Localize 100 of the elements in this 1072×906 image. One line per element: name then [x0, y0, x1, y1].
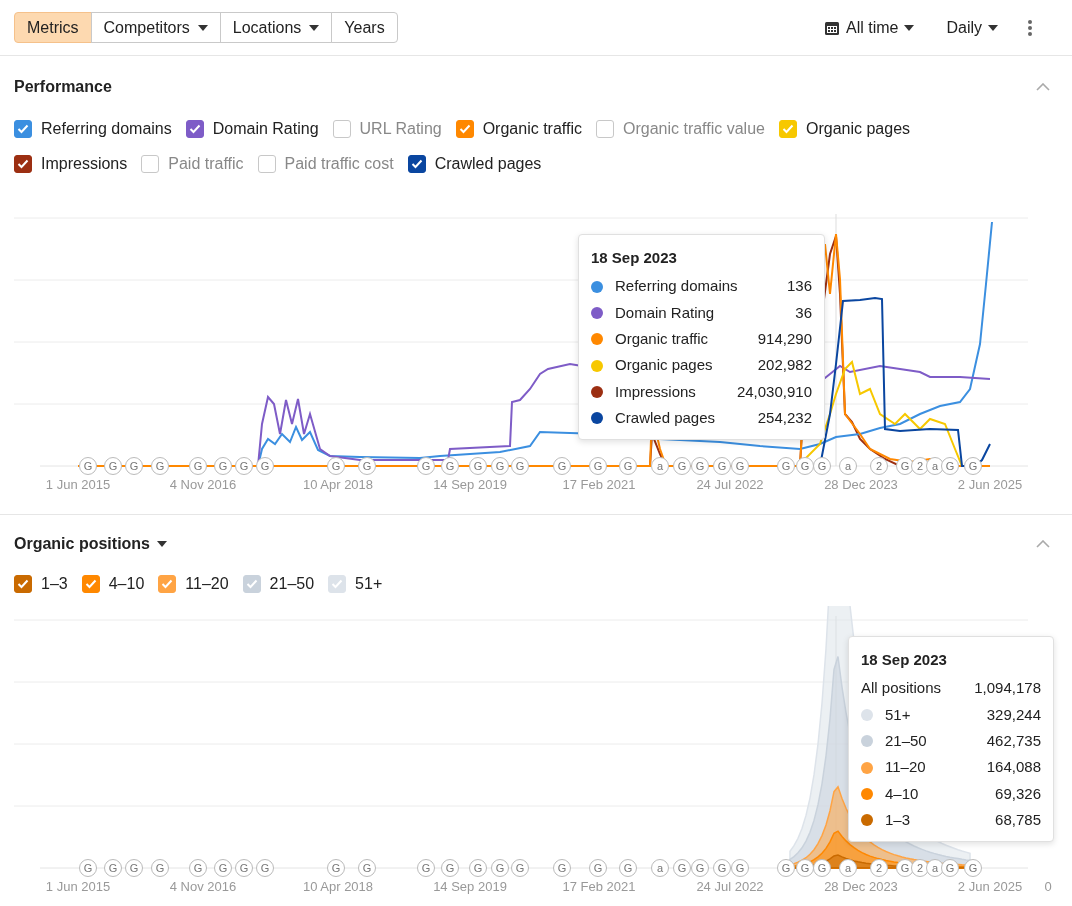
collapse-icon[interactable]: [1036, 540, 1050, 548]
annotation-marker[interactable]: G: [441, 859, 459, 877]
annotation-marker[interactable]: G: [125, 859, 143, 877]
tooltip-label: 21–50: [885, 731, 927, 751]
annotation-marker[interactable]: G: [964, 859, 982, 877]
annotation-marker[interactable]: a: [839, 457, 857, 475]
tab[interactable]: Locations: [219, 12, 333, 43]
checkbox[interactable]: [14, 574, 32, 593]
tooltip-value: 136: [785, 276, 812, 297]
checkbox-label: Referring domains: [41, 118, 172, 139]
checkbox[interactable]: [81, 574, 100, 593]
annotation-marker[interactable]: G: [777, 457, 795, 475]
section-title[interactable]: Organic positions: [14, 532, 150, 556]
annotation-marker[interactable]: G: [327, 457, 345, 475]
annotation-marker[interactable]: G: [713, 457, 731, 475]
annotation-marker[interactable]: G: [673, 457, 691, 475]
checkbox[interactable]: [185, 119, 204, 138]
tooltip-label: Organic pages: [615, 355, 713, 376]
annotation-marker[interactable]: 2: [870, 859, 888, 877]
annotation-marker[interactable]: G: [417, 457, 435, 475]
annotation-marker[interactable]: G: [104, 457, 122, 475]
checkbox[interactable]: [158, 574, 177, 593]
annotation-marker[interactable]: G: [796, 457, 814, 475]
annotation-marker[interactable]: 2: [870, 457, 888, 475]
tab[interactable]: Metrics: [14, 12, 92, 43]
annotation-marker[interactable]: G: [151, 859, 169, 877]
axis-label: 10 Apr 2018: [302, 879, 374, 894]
annotation-marker[interactable]: G: [358, 859, 376, 877]
tooltip-label: Domain Rating: [615, 302, 715, 323]
annotation-marker[interactable]: G: [358, 457, 376, 475]
annotation-marker[interactable]: a: [651, 859, 669, 877]
annotation-marker[interactable]: a: [651, 457, 669, 475]
annotation-marker[interactable]: G: [256, 859, 274, 877]
annotation-marker[interactable]: G: [214, 859, 232, 877]
annotation-marker[interactable]: G: [511, 457, 529, 475]
tab[interactable]: Years: [331, 12, 398, 43]
annotation-marker[interactable]: G: [619, 457, 637, 475]
annotation-marker[interactable]: G: [327, 859, 345, 877]
tooltip-label: All positions: [861, 678, 942, 699]
checkbox-label: Paid traffic: [168, 153, 244, 174]
annotation-marker[interactable]: G: [777, 859, 795, 877]
tooltip-value: 329,244: [985, 704, 1041, 725]
tooltip-value: 914,290: [756, 329, 812, 349]
axis-label: 28 Dec 2023: [824, 879, 898, 894]
checkbox[interactable]: [455, 119, 474, 138]
annotation-marker[interactable]: G: [553, 859, 571, 877]
annotation-marker[interactable]: G: [417, 859, 435, 877]
annotation-marker[interactable]: G: [511, 859, 529, 877]
annotation-marker[interactable]: G: [713, 859, 731, 877]
tab[interactable]: Competitors: [90, 12, 221, 43]
annotation-marker[interactable]: G: [553, 457, 571, 475]
date-range-dropdown[interactable]: All time: [816, 11, 923, 44]
checkbox-label: 11–20: [185, 573, 229, 594]
tooltip-label: Referring domains: [615, 276, 738, 297]
checkbox[interactable]: [14, 119, 32, 138]
annotation-marker[interactable]: G: [491, 859, 509, 877]
more-icon[interactable]: [1028, 19, 1032, 36]
annotation-marker[interactable]: G: [941, 457, 959, 475]
annotation-marker[interactable]: G: [441, 457, 459, 475]
annotation-marker[interactable]: G: [964, 457, 982, 475]
section-title: Performance: [14, 77, 112, 97]
annotation-marker[interactable]: G: [469, 457, 487, 475]
annotation-marker[interactable]: G: [256, 457, 274, 475]
annotation-marker[interactable]: G: [125, 457, 143, 475]
checkbox[interactable]: [407, 154, 426, 173]
annotation-marker[interactable]: G: [796, 859, 814, 877]
tooltip-label: Organic traffic: [615, 329, 709, 349]
checkbox-label: Domain Rating: [212, 118, 319, 139]
annotation-marker[interactable]: G: [673, 859, 691, 877]
annotation-marker[interactable]: G: [691, 457, 709, 475]
annotation-marker[interactable]: G: [813, 457, 831, 475]
annotation-marker[interactable]: G: [619, 859, 637, 877]
annotation-marker[interactable]: a: [839, 859, 857, 877]
annotation-marker[interactable]: G: [813, 859, 831, 877]
annotation-marker[interactable]: G: [151, 457, 169, 475]
collapse-icon[interactable]: [1036, 83, 1050, 91]
tooltip-value: 68,785: [994, 809, 1041, 830]
annotation-marker[interactable]: G: [691, 859, 709, 877]
annotation-marker[interactable]: G: [941, 859, 959, 877]
annotation-marker[interactable]: G: [731, 457, 749, 475]
annotation-marker[interactable]: G: [235, 859, 253, 877]
annotation-marker[interactable]: G: [214, 457, 232, 475]
checkbox-label: Paid traffic cost: [284, 153, 394, 174]
axis-label: 2 Jun 2025: [957, 879, 1023, 894]
annotation-marker[interactable]: G: [189, 457, 207, 475]
annotation-marker[interactable]: G: [104, 859, 122, 877]
annotation-marker[interactable]: G: [589, 457, 607, 475]
axis-label: 10 Apr 2018: [302, 477, 374, 492]
annotation-marker[interactable]: G: [469, 859, 487, 877]
annotation-marker[interactable]: G: [79, 859, 97, 877]
annotation-marker[interactable]: G: [589, 859, 607, 877]
annotation-marker[interactable]: G: [79, 457, 97, 475]
annotation-marker[interactable]: G: [731, 859, 749, 877]
caret-icon[interactable]: [157, 541, 167, 547]
interval-dropdown[interactable]: Daily: [938, 11, 1006, 44]
annotation-marker[interactable]: G: [491, 457, 509, 475]
checkbox[interactable]: [14, 154, 32, 173]
annotation-marker[interactable]: G: [235, 457, 253, 475]
tooltip-value: 69,326: [994, 783, 1041, 804]
annotation-marker[interactable]: G: [189, 859, 207, 877]
